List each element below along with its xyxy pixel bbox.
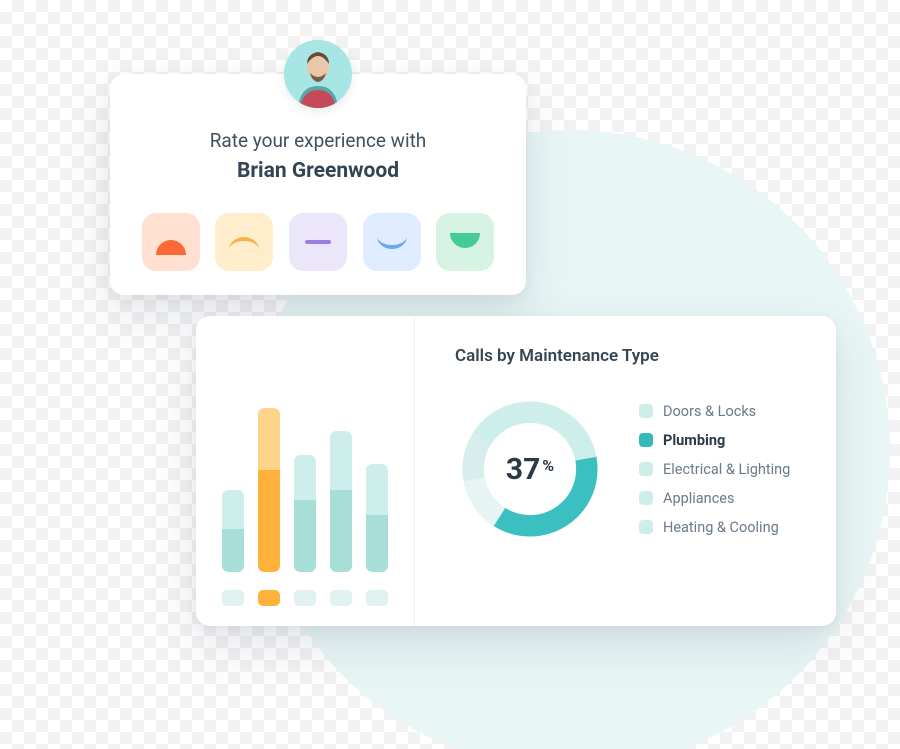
legend-item[interactable]: Electrical & Lighting	[639, 461, 790, 478]
rating-name: Brian Greenwood	[130, 159, 506, 183]
legend-label: Doors & Locks	[663, 403, 756, 420]
donut-value: 37	[506, 452, 540, 487]
neutral-icon	[303, 227, 333, 257]
legend: Doors & Locks Plumbing Electrical & Lighti…	[639, 403, 790, 536]
bar[interactable]	[366, 464, 388, 572]
bar-marker	[366, 590, 388, 606]
legend-swatch	[639, 491, 653, 505]
legend-swatch	[639, 520, 653, 534]
bar-chart	[196, 316, 415, 626]
donut-title: Calls by Maintenance Type	[455, 346, 810, 366]
bar-marker	[330, 590, 352, 606]
donut-chart: 37 %	[455, 394, 605, 544]
avatar	[284, 40, 352, 108]
rating-option-good[interactable]	[363, 213, 421, 271]
legend-swatch	[639, 462, 653, 476]
donut-center-label: 37 %	[455, 394, 605, 544]
legend-swatch	[639, 433, 653, 447]
legend-item[interactable]: Appliances	[639, 490, 790, 507]
rating-option-very-bad[interactable]	[142, 213, 200, 271]
bar-marker	[258, 590, 280, 606]
legend-item[interactable]: Plumbing	[639, 432, 790, 449]
bar[interactable]	[222, 490, 244, 572]
donut-panel: Calls by Maintenance Type 37 % Doors & L…	[415, 316, 836, 626]
avatar-icon	[284, 40, 352, 108]
legend-label: Appliances	[663, 490, 734, 507]
analytics-card: Calls by Maintenance Type 37 % Doors & L…	[196, 316, 836, 626]
rating-option-neutral[interactable]	[289, 213, 347, 271]
legend-label: Plumbing	[663, 432, 725, 449]
donut-unit: %	[542, 456, 554, 475]
rating-option-great[interactable]	[436, 213, 494, 271]
legend-item[interactable]: Doors & Locks	[639, 403, 790, 420]
bar[interactable]	[330, 431, 352, 572]
legend-swatch	[639, 404, 653, 418]
legend-label: Heating & Cooling	[663, 519, 779, 536]
frown-icon	[229, 227, 259, 257]
rating-option-bad[interactable]	[215, 213, 273, 271]
legend-item[interactable]: Heating & Cooling	[639, 519, 790, 536]
bar[interactable]	[294, 455, 316, 572]
frown-solid-icon	[156, 227, 186, 257]
legend-label: Electrical & Lighting	[663, 461, 790, 478]
rating-title: Rate your experience with	[130, 128, 506, 155]
smile-icon	[377, 227, 407, 257]
smile-solid-icon	[450, 227, 480, 257]
bar[interactable]	[258, 408, 280, 572]
bar-marker	[222, 590, 244, 606]
bar-marker	[294, 590, 316, 606]
rating-options	[130, 213, 506, 271]
rating-card: Rate your experience with Brian Greenwoo…	[110, 74, 526, 295]
